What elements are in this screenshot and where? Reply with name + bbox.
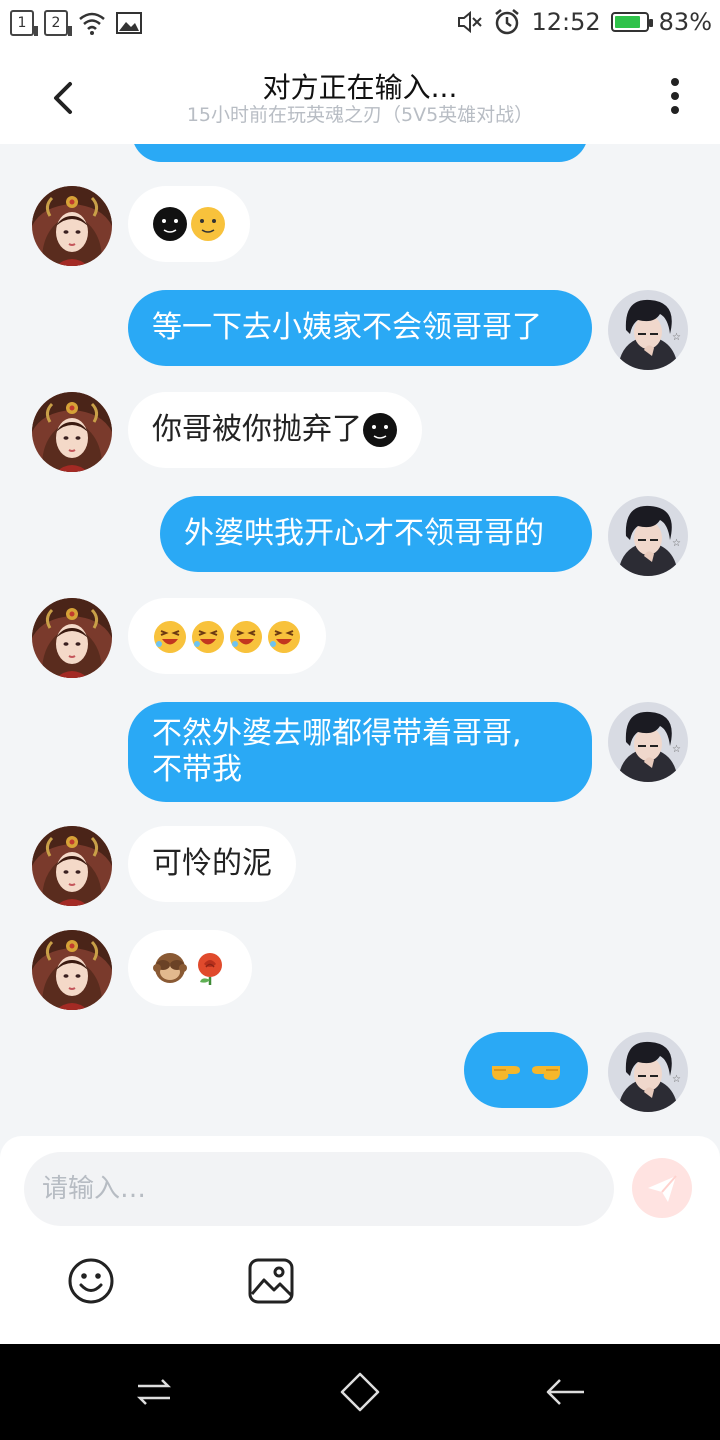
message-bubble-incoming[interactable] bbox=[128, 930, 252, 1006]
status-right: 12:52 83% bbox=[457, 8, 712, 36]
message-text-line: 不然外婆去哪都得带着哥哥, bbox=[152, 716, 522, 751]
my-avatar[interactable] bbox=[608, 496, 688, 576]
pointing-left-emoji bbox=[528, 1052, 564, 1088]
my-avatar[interactable] bbox=[608, 702, 688, 782]
message-bubble-incoming[interactable] bbox=[128, 598, 326, 674]
send-button[interactable] bbox=[632, 1158, 692, 1218]
chat-list[interactable]: 等一下去小姨家不会领哥哥了 你哥被你抛弃了 外婆哄我开心才不领哥哥的 不然外婆去… bbox=[0, 144, 720, 1136]
sim2-icon: 2 bbox=[44, 10, 72, 36]
battery-icon bbox=[610, 12, 653, 32]
alarm-icon bbox=[495, 9, 520, 35]
sim1-icon: 1 bbox=[10, 10, 38, 36]
status-left: 1 2 bbox=[10, 10, 142, 36]
message-bubble-outgoing[interactable]: 等一下去小姨家不会领哥哥了 bbox=[128, 290, 592, 366]
message-bubble-partial[interactable] bbox=[132, 144, 588, 162]
message-text: 可怜的泥 bbox=[152, 846, 272, 881]
home-icon[interactable] bbox=[338, 1370, 382, 1414]
message-text: 你哥被你抛弃了 bbox=[152, 412, 362, 447]
yellow-smile-emoji bbox=[190, 206, 226, 242]
battery-level bbox=[614, 16, 640, 28]
message-text-line: 不带我 bbox=[152, 752, 242, 787]
my-avatar[interactable] bbox=[608, 1032, 688, 1112]
system-nav-bar bbox=[0, 1344, 720, 1440]
pointing-right-emoji bbox=[488, 1052, 524, 1088]
message-bubble-incoming[interactable]: 你哥被你抛弃了 bbox=[128, 392, 422, 468]
message-bubble-outgoing[interactable]: 不然外婆去哪都得带着哥哥, 不带我 bbox=[128, 702, 592, 802]
more-vertical-icon[interactable] bbox=[660, 76, 690, 116]
message-input[interactable] bbox=[24, 1152, 614, 1226]
wifi-icon bbox=[79, 12, 105, 35]
message-bubble-incoming[interactable]: 可怜的泥 bbox=[128, 826, 296, 902]
contact-avatar[interactable] bbox=[32, 598, 112, 678]
my-avatar[interactable] bbox=[608, 290, 688, 370]
back-arrow-icon[interactable] bbox=[544, 1370, 588, 1414]
message-text: 外婆哄我开心才不领哥哥的 bbox=[184, 516, 544, 551]
image-icon[interactable] bbox=[246, 1256, 296, 1306]
message-text: 等一下去小姨家不会领哥哥了 bbox=[152, 310, 542, 345]
contact-avatar[interactable] bbox=[32, 930, 112, 1010]
send-icon bbox=[648, 1175, 677, 1202]
laughing-emoji bbox=[190, 618, 226, 654]
message-bubble-outgoing[interactable]: 外婆哄我开心才不领哥哥的 bbox=[160, 496, 592, 572]
laughing-emoji bbox=[228, 618, 264, 654]
message-bubble-incoming[interactable] bbox=[128, 186, 250, 262]
contact-avatar[interactable] bbox=[32, 826, 112, 906]
switch-icon[interactable] bbox=[132, 1370, 176, 1414]
chat-subtitle: 15小时前在玩英魂之刃（5V5英雄对战） bbox=[186, 104, 534, 126]
laughing-emoji bbox=[266, 618, 302, 654]
input-bar bbox=[0, 1136, 720, 1344]
clock-text: 12:52 bbox=[531, 8, 601, 36]
status-bar: 1 2 12:52 83% bbox=[0, 0, 720, 48]
battery-percent: 83% bbox=[658, 8, 712, 36]
chat-header: 对方正在输入... 15小时前在玩英魂之刃（5V5英雄对战） bbox=[0, 48, 720, 144]
rose-emoji bbox=[192, 950, 228, 986]
contact-avatar[interactable] bbox=[32, 186, 112, 266]
dark-smile-emoji bbox=[362, 412, 398, 448]
contact-avatar[interactable] bbox=[32, 392, 112, 472]
gallery-icon bbox=[116, 12, 142, 34]
mute-icon bbox=[458, 10, 483, 34]
see-no-evil-monkey-emoji bbox=[152, 950, 188, 986]
dark-smile-emoji bbox=[152, 206, 188, 242]
laughing-emoji bbox=[152, 618, 188, 654]
message-bubble-outgoing[interactable] bbox=[464, 1032, 588, 1108]
smiley-icon[interactable] bbox=[66, 1256, 116, 1306]
